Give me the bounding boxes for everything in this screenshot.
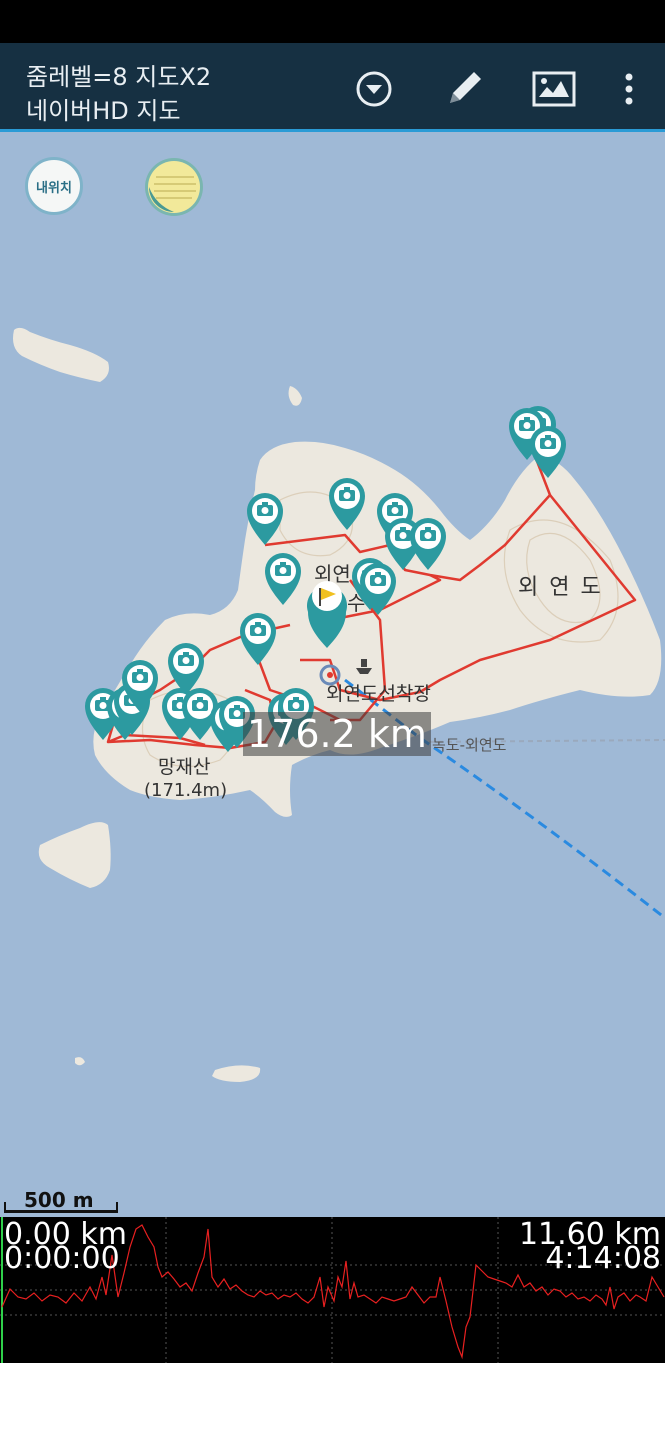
camera-pin-icon: [168, 643, 204, 695]
more-options-button[interactable]: [601, 61, 657, 117]
dropdown-circle-icon: [356, 71, 392, 107]
pencil-icon: [450, 72, 481, 103]
map-select-button[interactable]: [526, 61, 582, 117]
note-layer-button[interactable]: [144, 157, 204, 217]
elevation-profile[interactable]: 0.00 km 0:00:00 11.60 km 4:14:08: [0, 1217, 665, 1363]
draw-button[interactable]: [436, 61, 492, 117]
my-location-label: 내위치: [36, 180, 72, 196]
map-view[interactable]: 외 연 도 외연 수 외연도선착장 녹도-외연도 망재산 (171.4m) 내위…: [0, 132, 665, 1217]
note-layer-icon: [145, 158, 203, 216]
camera-pin-icon: [530, 426, 566, 478]
app-toolbar: 줌레벨=8 지도X2 네이버HD 지도: [0, 43, 665, 132]
camera-pin-icon: [329, 478, 365, 530]
zoom-level-text: 줌레벨=8 지도X2: [26, 63, 212, 91]
more-vert-icon: [625, 73, 633, 105]
current-position-icon: [319, 664, 341, 686]
ferry-icon: [356, 659, 372, 674]
map-source-text[interactable]: 네이버HD 지도: [26, 91, 181, 126]
scale-text: 500 m: [24, 1188, 94, 1212]
photo-markers: [85, 406, 566, 752]
dropdown-button[interactable]: [346, 61, 402, 117]
my-location-button[interactable]: 내위치: [25, 157, 83, 215]
camera-pin-icon: [410, 518, 446, 570]
status-bar: [0, 0, 665, 43]
camera-pin-icon: [265, 553, 301, 605]
flag-pin-icon: [307, 581, 347, 648]
distance-label: 176.2 km: [243, 712, 431, 756]
start-time: 0:00:00: [4, 1241, 120, 1276]
scale-bar: [4, 1202, 118, 1213]
camera-pin-icon: [247, 493, 283, 545]
camera-pin-icon: [240, 613, 276, 665]
map-image-icon: [532, 71, 576, 107]
camera-pin-icon: [360, 563, 396, 615]
end-time: 4:14:08: [545, 1241, 661, 1276]
